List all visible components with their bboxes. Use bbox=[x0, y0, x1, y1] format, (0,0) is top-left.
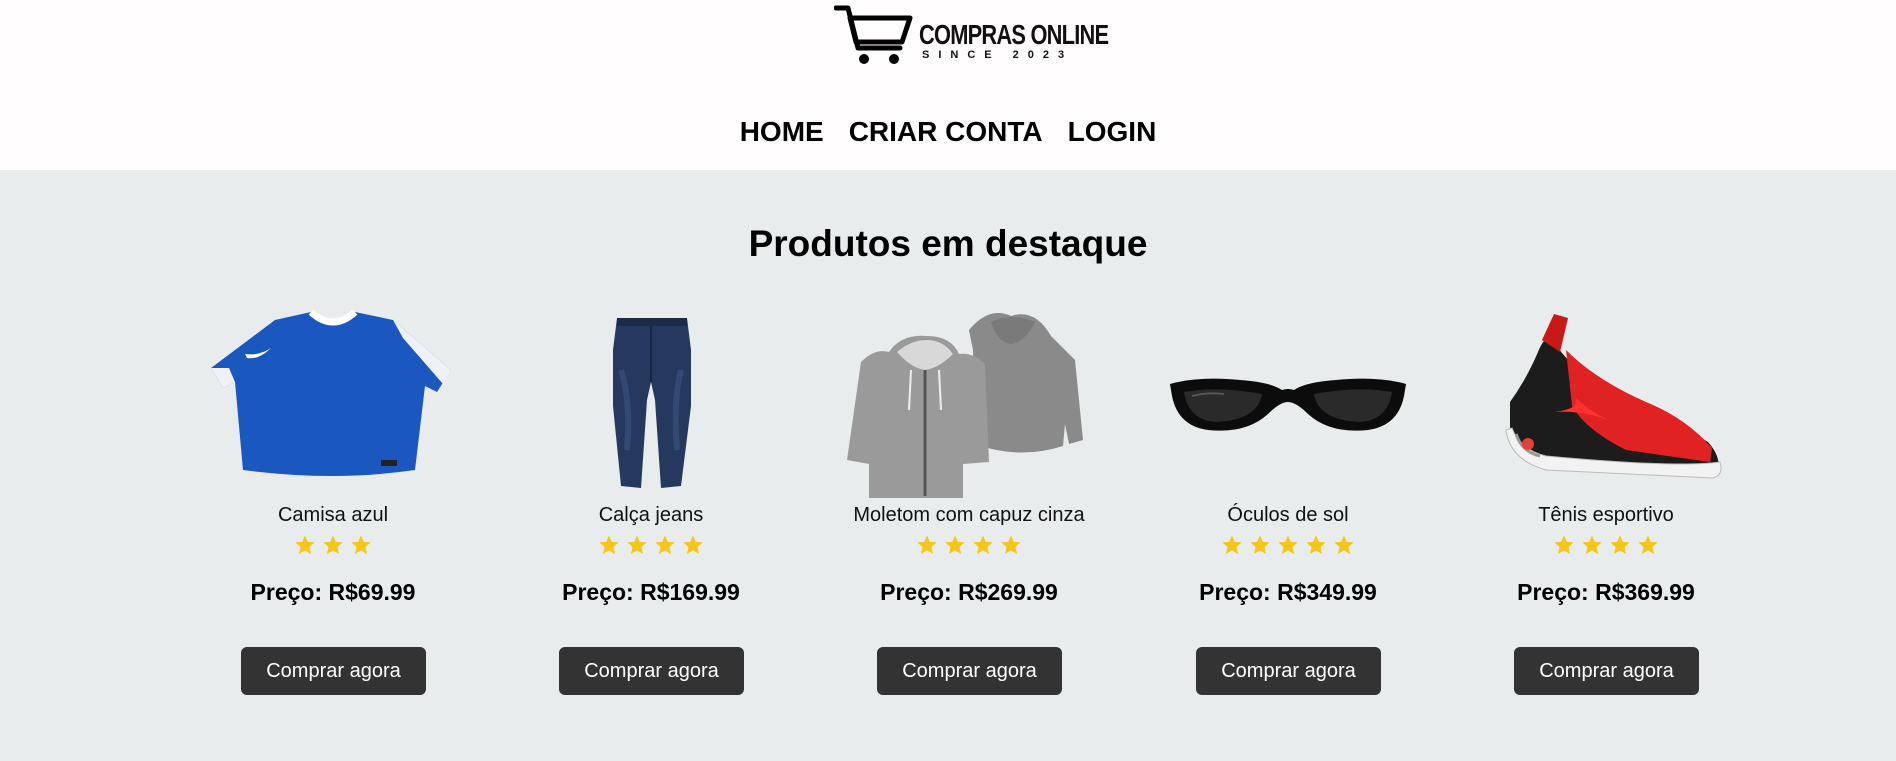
star-icon bbox=[1250, 535, 1270, 554]
star-icon bbox=[1582, 535, 1602, 554]
product-price: Preço: R$269.99 bbox=[880, 579, 1058, 605]
star-icon bbox=[1222, 535, 1242, 554]
star-icon bbox=[323, 535, 343, 554]
product-price: Preço: R$69.99 bbox=[250, 579, 416, 605]
star-rating bbox=[203, 534, 463, 556]
star-icon bbox=[1306, 535, 1326, 554]
nav-home[interactable]: HOME bbox=[740, 115, 824, 149]
star-icon bbox=[973, 535, 993, 554]
product-name: Tênis esportivo bbox=[1538, 504, 1674, 526]
product-name: Moletom com capuz cinza bbox=[853, 504, 1085, 526]
product-name: Óculos de sol bbox=[1227, 504, 1349, 526]
buy-button[interactable]: Comprar agora bbox=[877, 647, 1062, 695]
product-card: Óculos de sol Preço: R$349.99 Comprar ag… bbox=[1158, 310, 1418, 750]
star-rating bbox=[1158, 534, 1418, 556]
buy-button[interactable]: Comprar agora bbox=[1514, 647, 1699, 695]
product-card: Moletom com capuz cinza Preço: R$269.99 … bbox=[839, 310, 1099, 750]
sunglasses-icon bbox=[1170, 378, 1406, 431]
hoodie-icon bbox=[847, 313, 1083, 498]
sneaker-icon bbox=[1505, 314, 1722, 479]
shopping-cart-icon bbox=[834, 5, 913, 64]
star-icon bbox=[1001, 535, 1021, 554]
brand-name: COMPRAS ONLINE bbox=[919, 19, 1109, 50]
star-rating bbox=[521, 534, 781, 556]
star-icon bbox=[1278, 535, 1298, 554]
brand-logo[interactable]: COMPRAS ONLINE SINCE 2023 bbox=[834, 4, 1109, 68]
brand-since: SINCE 2023 bbox=[922, 49, 1074, 61]
product-price: Preço: R$349.99 bbox=[1199, 579, 1377, 605]
product-card: Camisa azul Preço: R$69.99 Comprar agora bbox=[203, 310, 463, 750]
star-icon bbox=[351, 535, 371, 554]
section-title: Produtos em destaque bbox=[748, 223, 1148, 264]
product-card: Tênis esportivo Preço: R$369.99 Comprar … bbox=[1476, 310, 1736, 750]
product-price: Preço: R$169.99 bbox=[562, 579, 740, 605]
nav-criar-conta[interactable]: CRIAR CONTA bbox=[849, 115, 1043, 149]
blue-shirt-icon bbox=[211, 310, 451, 476]
star-icon bbox=[1638, 535, 1658, 554]
star-icon bbox=[627, 535, 647, 554]
star-icon bbox=[599, 535, 619, 554]
nav-login[interactable]: LOGIN bbox=[1068, 115, 1157, 149]
product-price: Preço: R$369.99 bbox=[1517, 579, 1695, 605]
buy-button[interactable]: Comprar agora bbox=[1196, 647, 1381, 695]
star-rating bbox=[1476, 534, 1736, 556]
star-rating bbox=[839, 534, 1099, 556]
jeans-icon bbox=[613, 318, 691, 488]
buy-button[interactable]: Comprar agora bbox=[241, 647, 426, 695]
star-icon bbox=[655, 535, 675, 554]
star-icon bbox=[917, 535, 937, 554]
star-icon bbox=[1610, 535, 1630, 554]
site-header: COMPRAS ONLINE SINCE 2023 HOME CRIAR CON… bbox=[0, 0, 1896, 170]
star-icon bbox=[1334, 535, 1354, 554]
product-name: Camisa azul bbox=[277, 504, 389, 526]
featured-section: Produtos em destaque Camisa azul Preço: … bbox=[0, 170, 1896, 761]
star-icon bbox=[683, 535, 703, 554]
product-name: Calça jeans bbox=[598, 504, 704, 526]
star-icon bbox=[945, 535, 965, 554]
star-icon bbox=[1554, 535, 1574, 554]
product-card: Calça jeans Preço: R$169.99 Comprar agor… bbox=[521, 310, 781, 750]
star-icon bbox=[295, 535, 315, 554]
buy-button[interactable]: Comprar agora bbox=[559, 647, 744, 695]
main-nav: HOME CRIAR CONTA LOGIN bbox=[0, 115, 1896, 149]
